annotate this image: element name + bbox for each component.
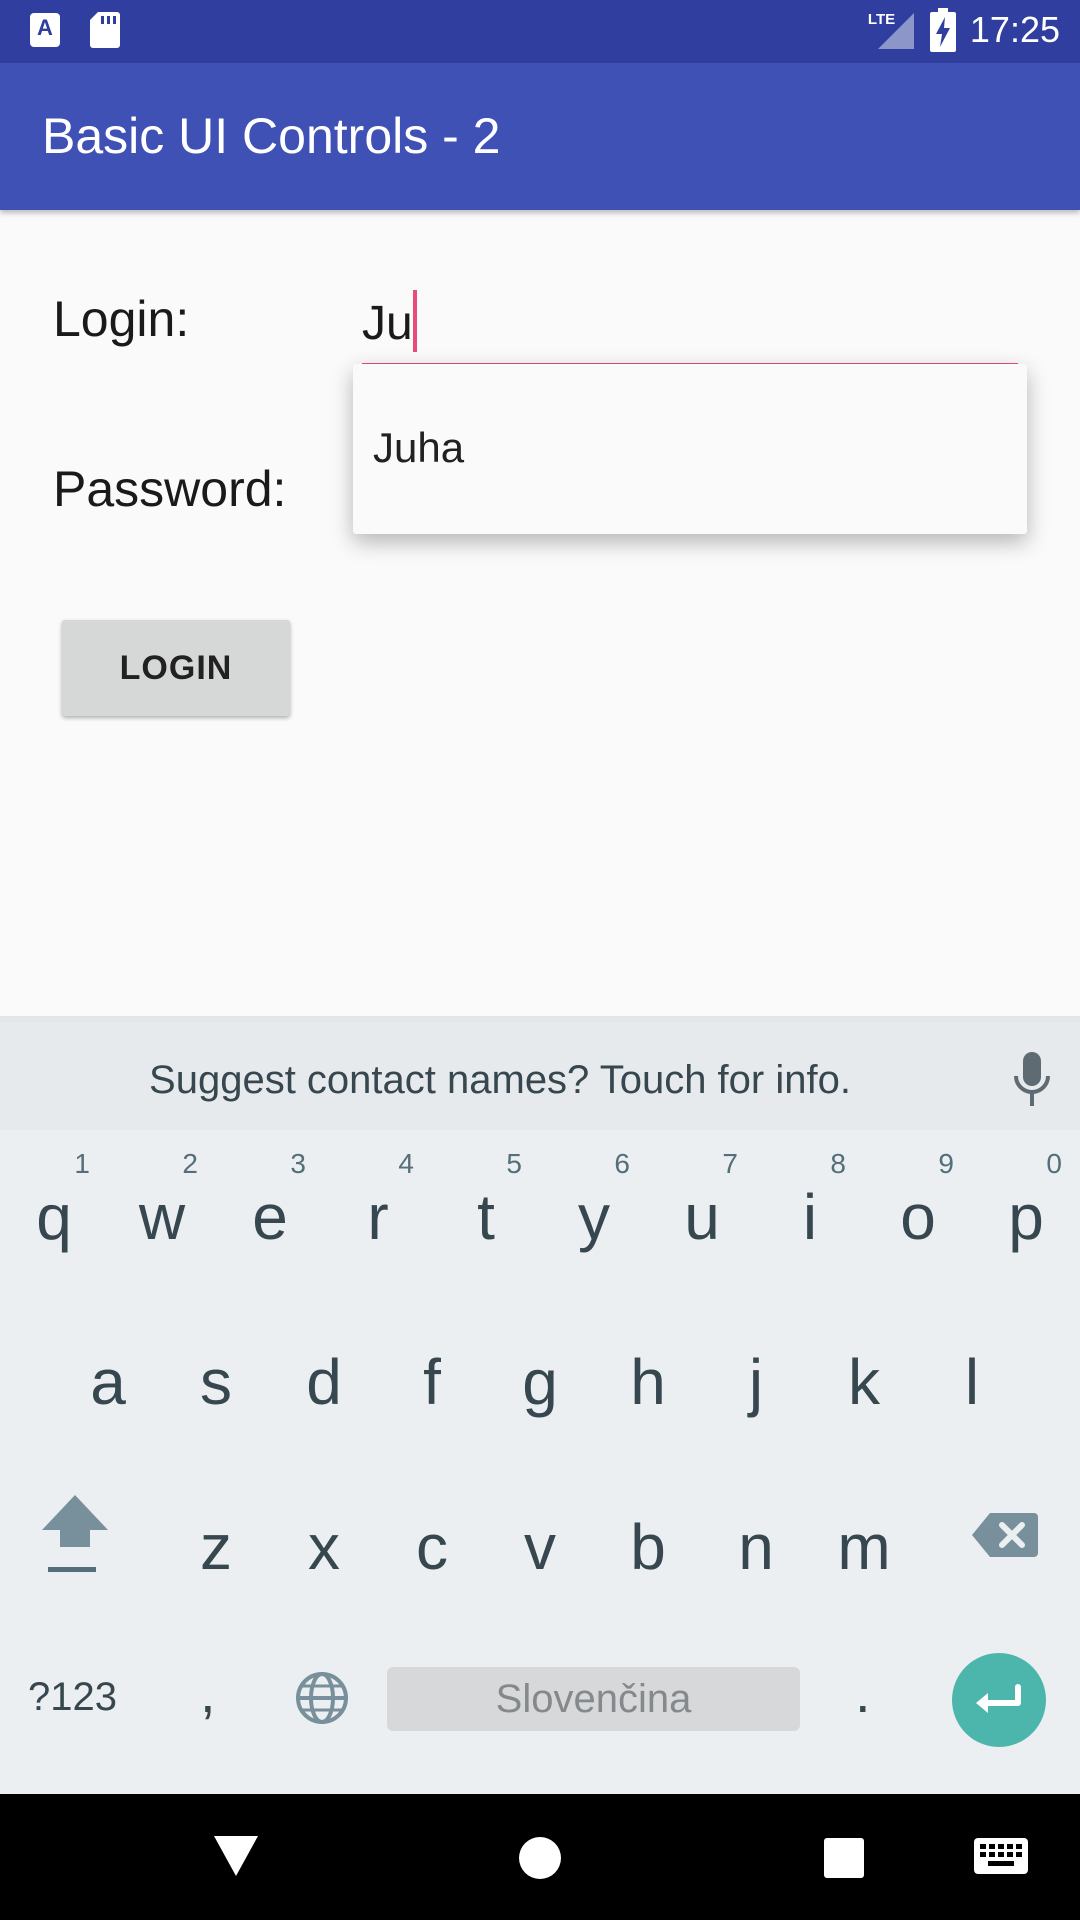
navigation-bar (0, 1794, 1080, 1920)
key-c[interactable]: c (378, 1470, 486, 1610)
key-label: c (416, 1511, 448, 1583)
key-h[interactable]: h (594, 1305, 702, 1445)
key-u[interactable]: 7 u (648, 1140, 756, 1280)
key-hint: 7 (722, 1148, 738, 1179)
key-s[interactable]: s (162, 1305, 270, 1445)
enter-key[interactable] (952, 1653, 1046, 1747)
key-f[interactable]: f (378, 1305, 486, 1445)
key-x[interactable]: x (270, 1470, 378, 1610)
text-cursor (413, 290, 417, 352)
app-notification-icon: A (30, 13, 60, 47)
key-d[interactable]: d (270, 1305, 378, 1445)
enter-icon (976, 1684, 1021, 1713)
key-label: i (802, 1181, 818, 1253)
key-label: t (477, 1181, 495, 1253)
key-label: z (200, 1511, 232, 1583)
key-label: j (748, 1346, 764, 1418)
key-hint: 9 (938, 1148, 954, 1179)
key-label: a (90, 1346, 126, 1418)
key-hint: 1 (74, 1148, 90, 1179)
key-z[interactable]: z (162, 1470, 270, 1610)
key-label: e (252, 1181, 288, 1253)
battery-charging-icon (929, 8, 956, 52)
key-label: n (738, 1511, 774, 1583)
lte-signal-icon: LTE (866, 9, 916, 51)
key-w[interactable]: 2 w (108, 1140, 216, 1280)
autocomplete-suggestion[interactable]: Juha (373, 424, 464, 472)
key-label: p (1008, 1181, 1044, 1253)
key-v[interactable]: v (486, 1470, 594, 1610)
app-title: Basic UI Controls - 2 (42, 108, 501, 164)
key-label: g (522, 1346, 558, 1418)
key-b[interactable]: b (594, 1470, 702, 1610)
key-t[interactable]: 5 t (432, 1140, 540, 1280)
key-l[interactable]: l (918, 1305, 1026, 1445)
home-icon[interactable] (518, 1836, 562, 1880)
login-button[interactable]: LOGIN (62, 620, 290, 716)
key-hint: 5 (506, 1148, 522, 1179)
key-i[interactable]: 8 i (756, 1140, 864, 1280)
key-label: x (308, 1511, 340, 1583)
globe-icon[interactable] (294, 1670, 350, 1726)
comma-key[interactable]: , (200, 1660, 216, 1725)
key-label: d (306, 1346, 342, 1418)
keyboard-switch-icon[interactable] (974, 1838, 1028, 1878)
key-a[interactable]: a (54, 1305, 162, 1445)
mic-icon[interactable] (1012, 1050, 1052, 1110)
key-label: w (138, 1181, 186, 1253)
key-k[interactable]: k (810, 1305, 918, 1445)
period-key[interactable]: . (855, 1660, 871, 1725)
key-label: k (848, 1346, 880, 1418)
key-label: f (423, 1346, 441, 1418)
key-g[interactable]: g (486, 1305, 594, 1445)
backspace-icon[interactable] (970, 1505, 1040, 1565)
sd-card-icon (90, 12, 120, 48)
key-label: q (36, 1181, 72, 1253)
back-icon[interactable] (214, 1836, 258, 1878)
autocomplete-dropdown: Juha (353, 364, 1027, 534)
key-label: u (684, 1181, 720, 1253)
key-n[interactable]: n (702, 1470, 810, 1610)
status-bar: A LTE 17:25 (0, 0, 1080, 63)
recents-icon[interactable] (824, 1838, 864, 1878)
key-hint: 3 (290, 1148, 306, 1179)
suggestion-text[interactable]: Suggest contact names? Touch for info. (0, 1058, 1080, 1103)
key-label: o (900, 1181, 936, 1253)
key-j[interactable]: j (702, 1305, 810, 1445)
key-hint: 0 (1046, 1148, 1062, 1179)
suggestion-strip[interactable]: Suggest contact names? Touch for info. (0, 1016, 1080, 1130)
login-field-value: Ju (362, 297, 413, 350)
shift-icon[interactable] (30, 1485, 120, 1595)
key-label: r (367, 1181, 389, 1253)
password-label: Password: (53, 461, 287, 517)
key-label: s (200, 1346, 232, 1418)
key-hint: 4 (398, 1148, 414, 1179)
key-label: m (837, 1511, 891, 1583)
login-field[interactable] (362, 283, 1018, 367)
space-bar[interactable]: Slovenčina (387, 1667, 800, 1731)
key-hint: 8 (830, 1148, 846, 1179)
key-label: v (524, 1511, 556, 1583)
key-hint: 2 (182, 1148, 198, 1179)
clock: 17:25 (969, 9, 1060, 50)
key-p[interactable]: 0 p (972, 1140, 1080, 1280)
login-label: Login: (53, 291, 190, 347)
key-r[interactable]: 4 r (324, 1140, 432, 1280)
key-label: b (630, 1511, 666, 1583)
key-o[interactable]: 9 o (864, 1140, 972, 1280)
key-label: h (630, 1346, 666, 1418)
key-e[interactable]: 3 e (216, 1140, 324, 1280)
key-label: l (964, 1346, 980, 1418)
key-label: y (578, 1181, 610, 1253)
key-hint: 6 (614, 1148, 630, 1179)
symbols-key[interactable]: ?123 (28, 1675, 117, 1720)
key-m[interactable]: m (810, 1470, 918, 1610)
app-bar: Basic UI Controls - 2 (0, 63, 1080, 210)
key-y[interactable]: 6 y (540, 1140, 648, 1280)
key-q[interactable]: 1 q (0, 1140, 108, 1280)
